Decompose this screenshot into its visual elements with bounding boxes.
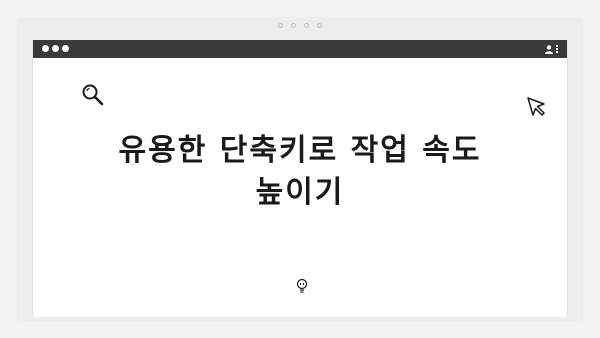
search-icon [82,84,104,106]
window-dot[interactable] [52,45,59,52]
headline: 유용한 단축키로 작업 속도 높이기 [33,130,567,214]
pager-dots [17,23,583,28]
pager-dot[interactable] [291,23,296,28]
window-dot[interactable] [62,45,69,52]
window-titlebar [33,40,567,58]
pager-dot[interactable] [278,23,283,28]
pager-dot[interactable] [317,23,322,28]
browser-window: 유용한 단축키로 작업 속도 높이기 [32,40,568,317]
headline-line-2: 높이기 [255,175,345,210]
kebab-menu-icon[interactable] [556,45,558,53]
pager-dot[interactable] [304,23,309,28]
account-area [545,43,558,55]
cursor-arrow-icon [527,97,545,116]
headline-line-1: 유용한 단축키로 작업 속도 [118,133,482,168]
window-dots-icon[interactable] [42,45,69,52]
user-icon[interactable] [545,44,553,54]
lightbulb-icon [296,278,308,293]
window-dot[interactable] [42,45,49,52]
